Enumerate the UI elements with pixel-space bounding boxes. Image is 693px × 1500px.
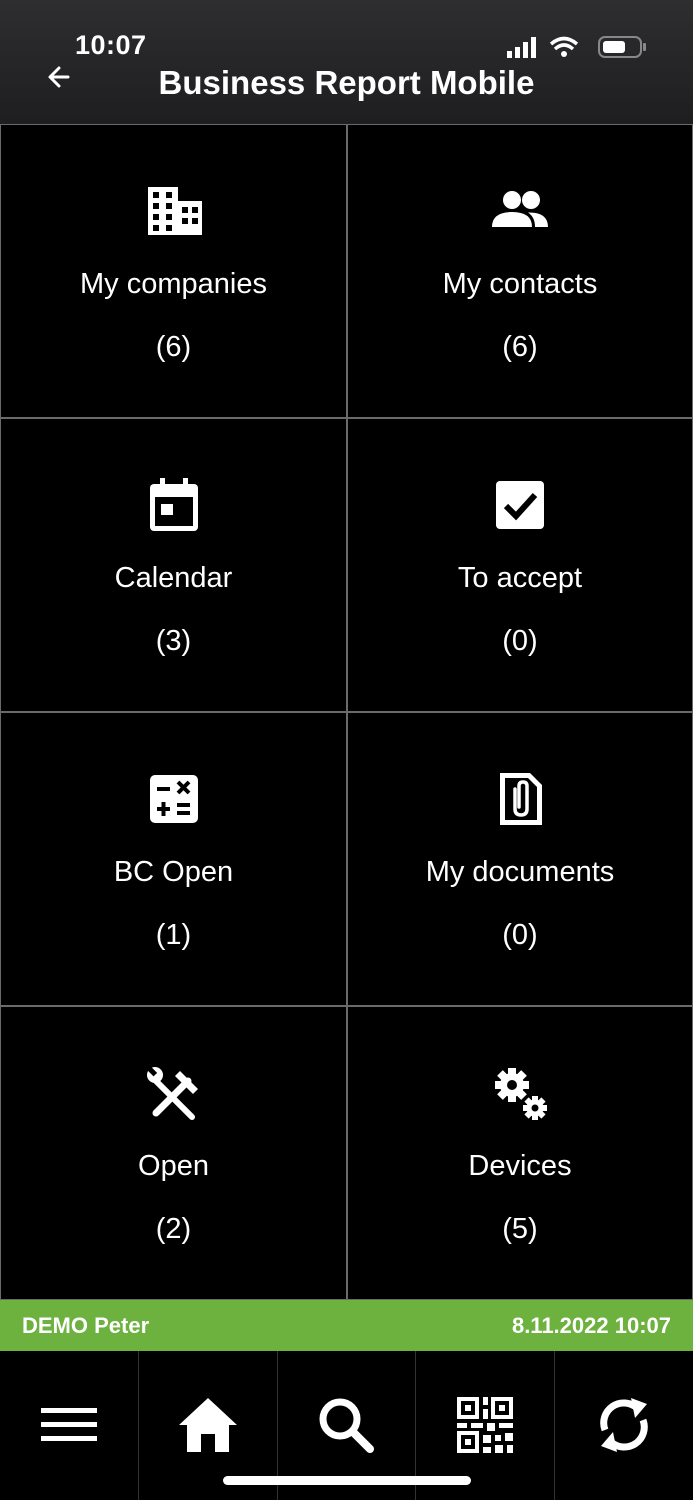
tile-label: BC Open xyxy=(113,856,234,888)
app-header: 10:07 Business Report Mobile xyxy=(0,0,693,125)
checkbox-icon xyxy=(490,475,550,535)
tile-to-accept[interactable]: To accept (0) xyxy=(347,418,693,712)
signal-wifi-battery-icon xyxy=(507,36,646,58)
tile-devices[interactable]: Devices (5) xyxy=(347,1006,693,1300)
status-icons xyxy=(507,34,647,60)
user-name: DEMO Peter xyxy=(22,1313,150,1338)
tile-count: (0) xyxy=(502,625,538,657)
tile-my-companies[interactable]: My companies (6) xyxy=(0,124,347,418)
paperclip-document-icon xyxy=(490,769,550,829)
tile-my-contacts[interactable]: My contacts (6) xyxy=(347,124,693,418)
tile-count: (6) xyxy=(155,331,192,363)
tile-count: (1) xyxy=(155,919,192,951)
tile-count: (5) xyxy=(502,1213,538,1245)
tile-open[interactable]: Open (2) xyxy=(0,1006,347,1300)
calendar-icon xyxy=(144,475,204,535)
search-icon xyxy=(319,1398,375,1453)
tile-label: To accept xyxy=(457,562,583,594)
tools-icon xyxy=(144,1063,204,1123)
home-indicator xyxy=(223,1476,471,1485)
menu-icon xyxy=(40,1408,97,1441)
tile-count: (6) xyxy=(502,331,538,363)
page-title: Business Report Mobile xyxy=(158,64,535,101)
user-status-bar: DEMO Peter 8.11.2022 10:07 xyxy=(0,1300,693,1351)
sync-icon xyxy=(600,1398,648,1452)
calculator-icon xyxy=(144,769,204,829)
tile-calendar[interactable]: Calendar (3) xyxy=(0,418,347,712)
gears-icon xyxy=(490,1063,550,1123)
nav-sync-button[interactable] xyxy=(555,1351,693,1500)
tile-label: My documents xyxy=(425,856,615,888)
nav-menu-button[interactable] xyxy=(0,1351,139,1500)
qr-code-icon xyxy=(457,1397,514,1453)
sync-timestamp: 8.11.2022 10:07 xyxy=(511,1313,671,1338)
tile-bc-open[interactable]: BC Open (1) xyxy=(0,712,347,1006)
tile-count: (2) xyxy=(155,1213,192,1245)
dashboard-grid: My companies (6) My contacts (6) Calenda… xyxy=(0,124,693,1300)
tile-my-documents[interactable]: My documents (0) xyxy=(347,712,693,1006)
tile-count: (0) xyxy=(502,919,538,951)
people-icon xyxy=(490,181,550,241)
tile-label: My companies xyxy=(80,268,267,300)
tile-label: Devices xyxy=(468,1150,572,1182)
tile-label: Calendar xyxy=(114,562,233,594)
status-time: 10:07 xyxy=(75,30,147,60)
tile-count: (3) xyxy=(155,625,192,657)
tile-label: Open xyxy=(138,1150,209,1182)
home-icon xyxy=(178,1398,237,1452)
building-icon xyxy=(144,181,204,241)
tile-label: My contacts xyxy=(442,268,598,300)
